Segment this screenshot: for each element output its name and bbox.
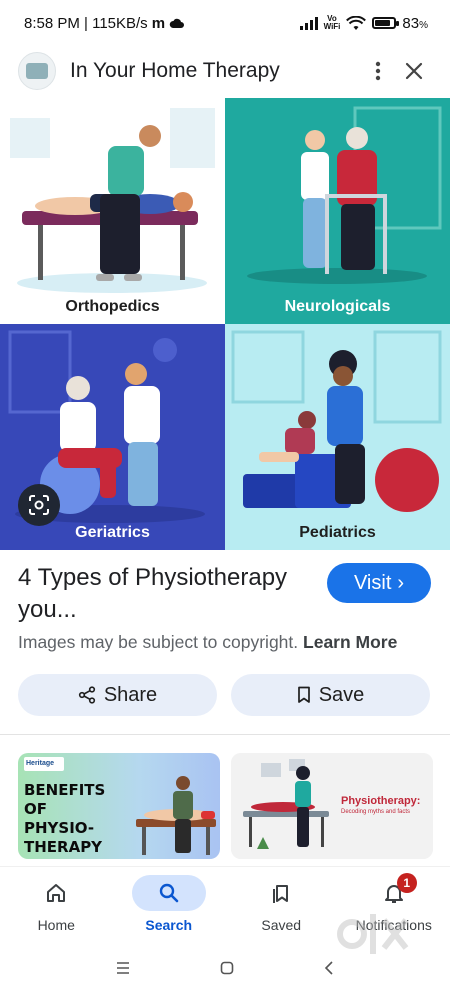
tile-orthopedics: Orthopedics	[0, 98, 225, 324]
visit-button[interactable]: Visit ›	[327, 563, 431, 603]
orthopedics-illustration	[0, 98, 225, 324]
tile-label: Orthopedics	[65, 298, 160, 315]
nav-home[interactable]: Home	[0, 867, 112, 933]
time-and-speed: 8:58 PM | 115KB/s	[24, 14, 148, 32]
lens-search-button[interactable]	[18, 484, 60, 526]
status-right: Vo WiFi 83%	[299, 15, 428, 32]
bell-icon: 1	[357, 873, 431, 911]
card-title: Physiotherapy:	[341, 795, 421, 807]
save-button[interactable]: Save	[231, 674, 430, 716]
tile-label: Neurologicals	[284, 298, 391, 315]
card-illustration	[136, 776, 216, 855]
back-icon[interactable]	[323, 961, 335, 975]
page-title: In Your Home Therapy	[70, 59, 280, 82]
battery-unit: %	[419, 19, 428, 31]
share-label: Share	[103, 683, 158, 706]
copyright-text: Images may be subject to copyright.	[18, 632, 299, 652]
neurologicals-illustration	[225, 98, 450, 324]
search-icon	[131, 875, 206, 911]
tile-label: Geriatrics	[75, 524, 150, 541]
vowifi-icon: Vo WiFi	[324, 15, 341, 31]
nav-label: Search	[145, 917, 193, 933]
battery-percent: 83%	[402, 15, 428, 32]
related-image-card[interactable]: Physiotherapy: Decoding myths and facts	[231, 753, 433, 859]
tile-neurologicals: Neurologicals	[225, 98, 450, 324]
share-icon	[78, 686, 95, 704]
battery-value: 83	[402, 14, 420, 32]
save-label: Save	[318, 683, 365, 706]
learn-more-link[interactable]: Learn More	[303, 632, 397, 652]
notification-badge: 1	[396, 873, 417, 893]
nav-search[interactable]: Search	[113, 867, 225, 933]
nav-label: Saved	[261, 917, 302, 933]
status-bar: 8:58 PM | 115KB/s m Vo WiFi 83%	[0, 0, 450, 46]
divider	[0, 734, 450, 735]
app-header: In Your Home Therapy	[0, 46, 450, 96]
visit-label: Visit	[353, 571, 392, 594]
chevron-right-icon: ›	[397, 571, 405, 594]
more-vert-icon[interactable]	[360, 53, 396, 89]
card-subtitle: Decoding myths and facts	[341, 809, 411, 815]
site-logo[interactable]	[18, 52, 56, 90]
nav-saved[interactable]: Saved	[225, 867, 337, 933]
action-row: Share Save	[18, 674, 430, 716]
nav-label: Home	[37, 917, 75, 933]
share-button[interactable]: Share	[18, 674, 217, 716]
home-button-icon[interactable]	[220, 961, 234, 975]
bookmarks-icon	[244, 875, 318, 911]
lens-icon	[29, 495, 49, 515]
signal-icon	[299, 16, 318, 30]
system-nav	[0, 948, 450, 988]
status-left: 8:58 PM | 115KB/s m	[24, 15, 185, 32]
tile-label: Pediatrics	[299, 524, 376, 541]
bookmark-icon	[297, 686, 310, 703]
logo-mark	[26, 63, 48, 79]
recents-icon[interactable]	[115, 961, 131, 975]
tile-pediatrics: Pediatrics	[225, 324, 450, 550]
wifi-icon	[346, 15, 367, 30]
home-icon	[19, 875, 93, 911]
result-title[interactable]: 4 Types of Physiotherapy you...	[18, 562, 318, 626]
cloud-icon	[169, 18, 185, 28]
related-image-card[interactable]: Heritage BENEFITS OF PHYSIO- THERAPY	[18, 753, 220, 859]
vowifi-bottom: WiFi	[323, 22, 341, 31]
close-icon[interactable]	[396, 53, 432, 89]
result-image[interactable]: Orthopedics Neurologicals Geriatrics Ped…	[0, 98, 450, 550]
battery-icon	[372, 17, 400, 29]
copyright-notice: Images may be subject to copyright. Lear…	[18, 632, 397, 653]
pediatrics-illustration	[225, 324, 450, 550]
carrier-icon: m	[151, 14, 166, 32]
